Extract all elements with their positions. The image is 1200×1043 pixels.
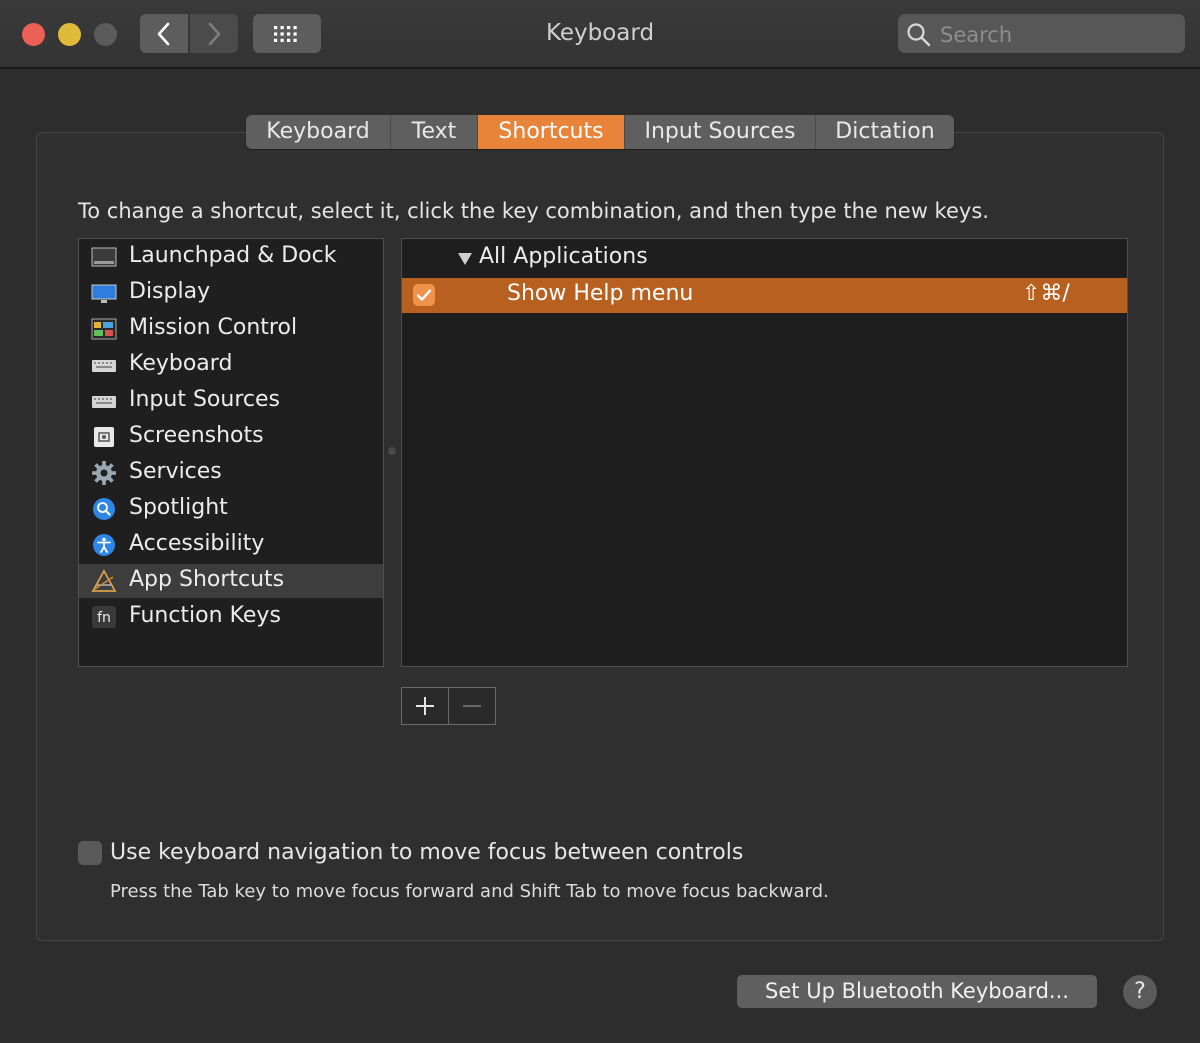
category-label: Accessibility [129, 531, 265, 556]
mission-control-icon [91, 318, 117, 340]
category-input-sources[interactable]: Input Sources [79, 384, 383, 418]
category-label: Launchpad & Dock [129, 243, 337, 268]
category-label: Function Keys [129, 603, 281, 628]
checkmark-icon [416, 289, 432, 301]
group-label: All Applications [479, 244, 648, 269]
accessibility-icon [93, 534, 115, 556]
search-field[interactable] [898, 14, 1185, 55]
category-screenshots[interactable]: Screenshots [79, 420, 383, 454]
tab-input-sources[interactable]: Input Sources [625, 115, 816, 149]
launchpad-dock-icon [91, 247, 117, 267]
keyboard-navigation-label[interactable]: Use keyboard navigation to move focus be… [110, 840, 743, 865]
search-input[interactable] [938, 14, 1177, 55]
tab-text[interactable]: Text [391, 115, 478, 149]
system-preferences-window: Keyboard Keyboard Text Shortcuts Input S… [0, 0, 1200, 1043]
search-icon [907, 23, 931, 47]
keyboard-navigation-checkbox[interactable] [78, 841, 102, 865]
display-icon [91, 284, 117, 303]
shortcut-row[interactable]: Show Help menu ⇧⌘/ [402, 278, 1127, 313]
category-mission-control[interactable]: Mission Control [79, 312, 383, 346]
svg-text:fn: fn [97, 610, 111, 626]
minus-icon [463, 705, 481, 707]
category-label: Keyboard [129, 351, 233, 376]
category-label: Spotlight [129, 495, 228, 520]
titlebar: Keyboard [0, 0, 1200, 69]
category-label: Screenshots [129, 423, 264, 448]
tab-keyboard[interactable]: Keyboard [246, 115, 391, 149]
group-row-all-applications[interactable]: All Applications [402, 241, 1127, 277]
category-label: App Shortcuts [129, 567, 285, 592]
shortcut-keys[interactable]: ⇧⌘/ [1022, 281, 1070, 306]
category-function-keys[interactable]: fn Function Keys [79, 600, 383, 634]
split-view-divider[interactable] [388, 447, 396, 455]
disclosure-triangle-icon[interactable] [458, 253, 472, 265]
shortcut-label: Show Help menu [507, 281, 694, 306]
tab-bar: Keyboard Text Shortcuts Input Sources Di… [246, 115, 954, 149]
category-label: Input Sources [129, 387, 280, 412]
fn-icon: fn [92, 606, 116, 628]
setup-bluetooth-keyboard-button[interactable]: Set Up Bluetooth Keyboard... [737, 975, 1097, 1008]
gear-icon [92, 461, 116, 485]
input-sources-icon [92, 396, 116, 408]
category-launchpad-dock[interactable]: Launchpad & Dock [79, 240, 383, 274]
screenshots-icon [94, 427, 114, 447]
instruction-text: To change a shortcut, select it, click t… [78, 199, 989, 223]
category-label: Mission Control [129, 315, 298, 340]
tab-dictation[interactable]: Dictation [816, 115, 954, 149]
keyboard-icon [92, 360, 116, 372]
category-display[interactable]: Display [79, 276, 383, 310]
category-spotlight[interactable]: Spotlight [79, 492, 383, 526]
category-keyboard[interactable]: Keyboard [79, 348, 383, 382]
category-accessibility[interactable]: Accessibility [79, 528, 383, 562]
shortcut-list[interactable]: All Applications Show Help menu ⇧⌘/ [401, 238, 1128, 667]
spotlight-icon [93, 498, 115, 520]
app-shortcuts-icon [91, 569, 117, 592]
tab-shortcuts[interactable]: Shortcuts [478, 115, 625, 149]
category-label: Display [129, 279, 211, 304]
add-shortcut-button[interactable] [402, 688, 449, 724]
category-app-shortcuts[interactable]: App Shortcuts [79, 564, 383, 598]
category-services[interactable]: Services [79, 456, 383, 490]
help-button[interactable]: ? [1123, 975, 1157, 1009]
category-label: Services [129, 459, 222, 484]
keyboard-navigation-hint: Press the Tab key to move focus forward … [110, 881, 829, 902]
remove-shortcut-button[interactable] [449, 688, 495, 724]
plus-icon [416, 697, 434, 715]
shortcut-enabled-checkbox[interactable] [413, 284, 435, 306]
add-remove-control [401, 687, 496, 725]
shortcut-category-list[interactable]: Launchpad & Dock Display Mission Control [78, 238, 384, 667]
